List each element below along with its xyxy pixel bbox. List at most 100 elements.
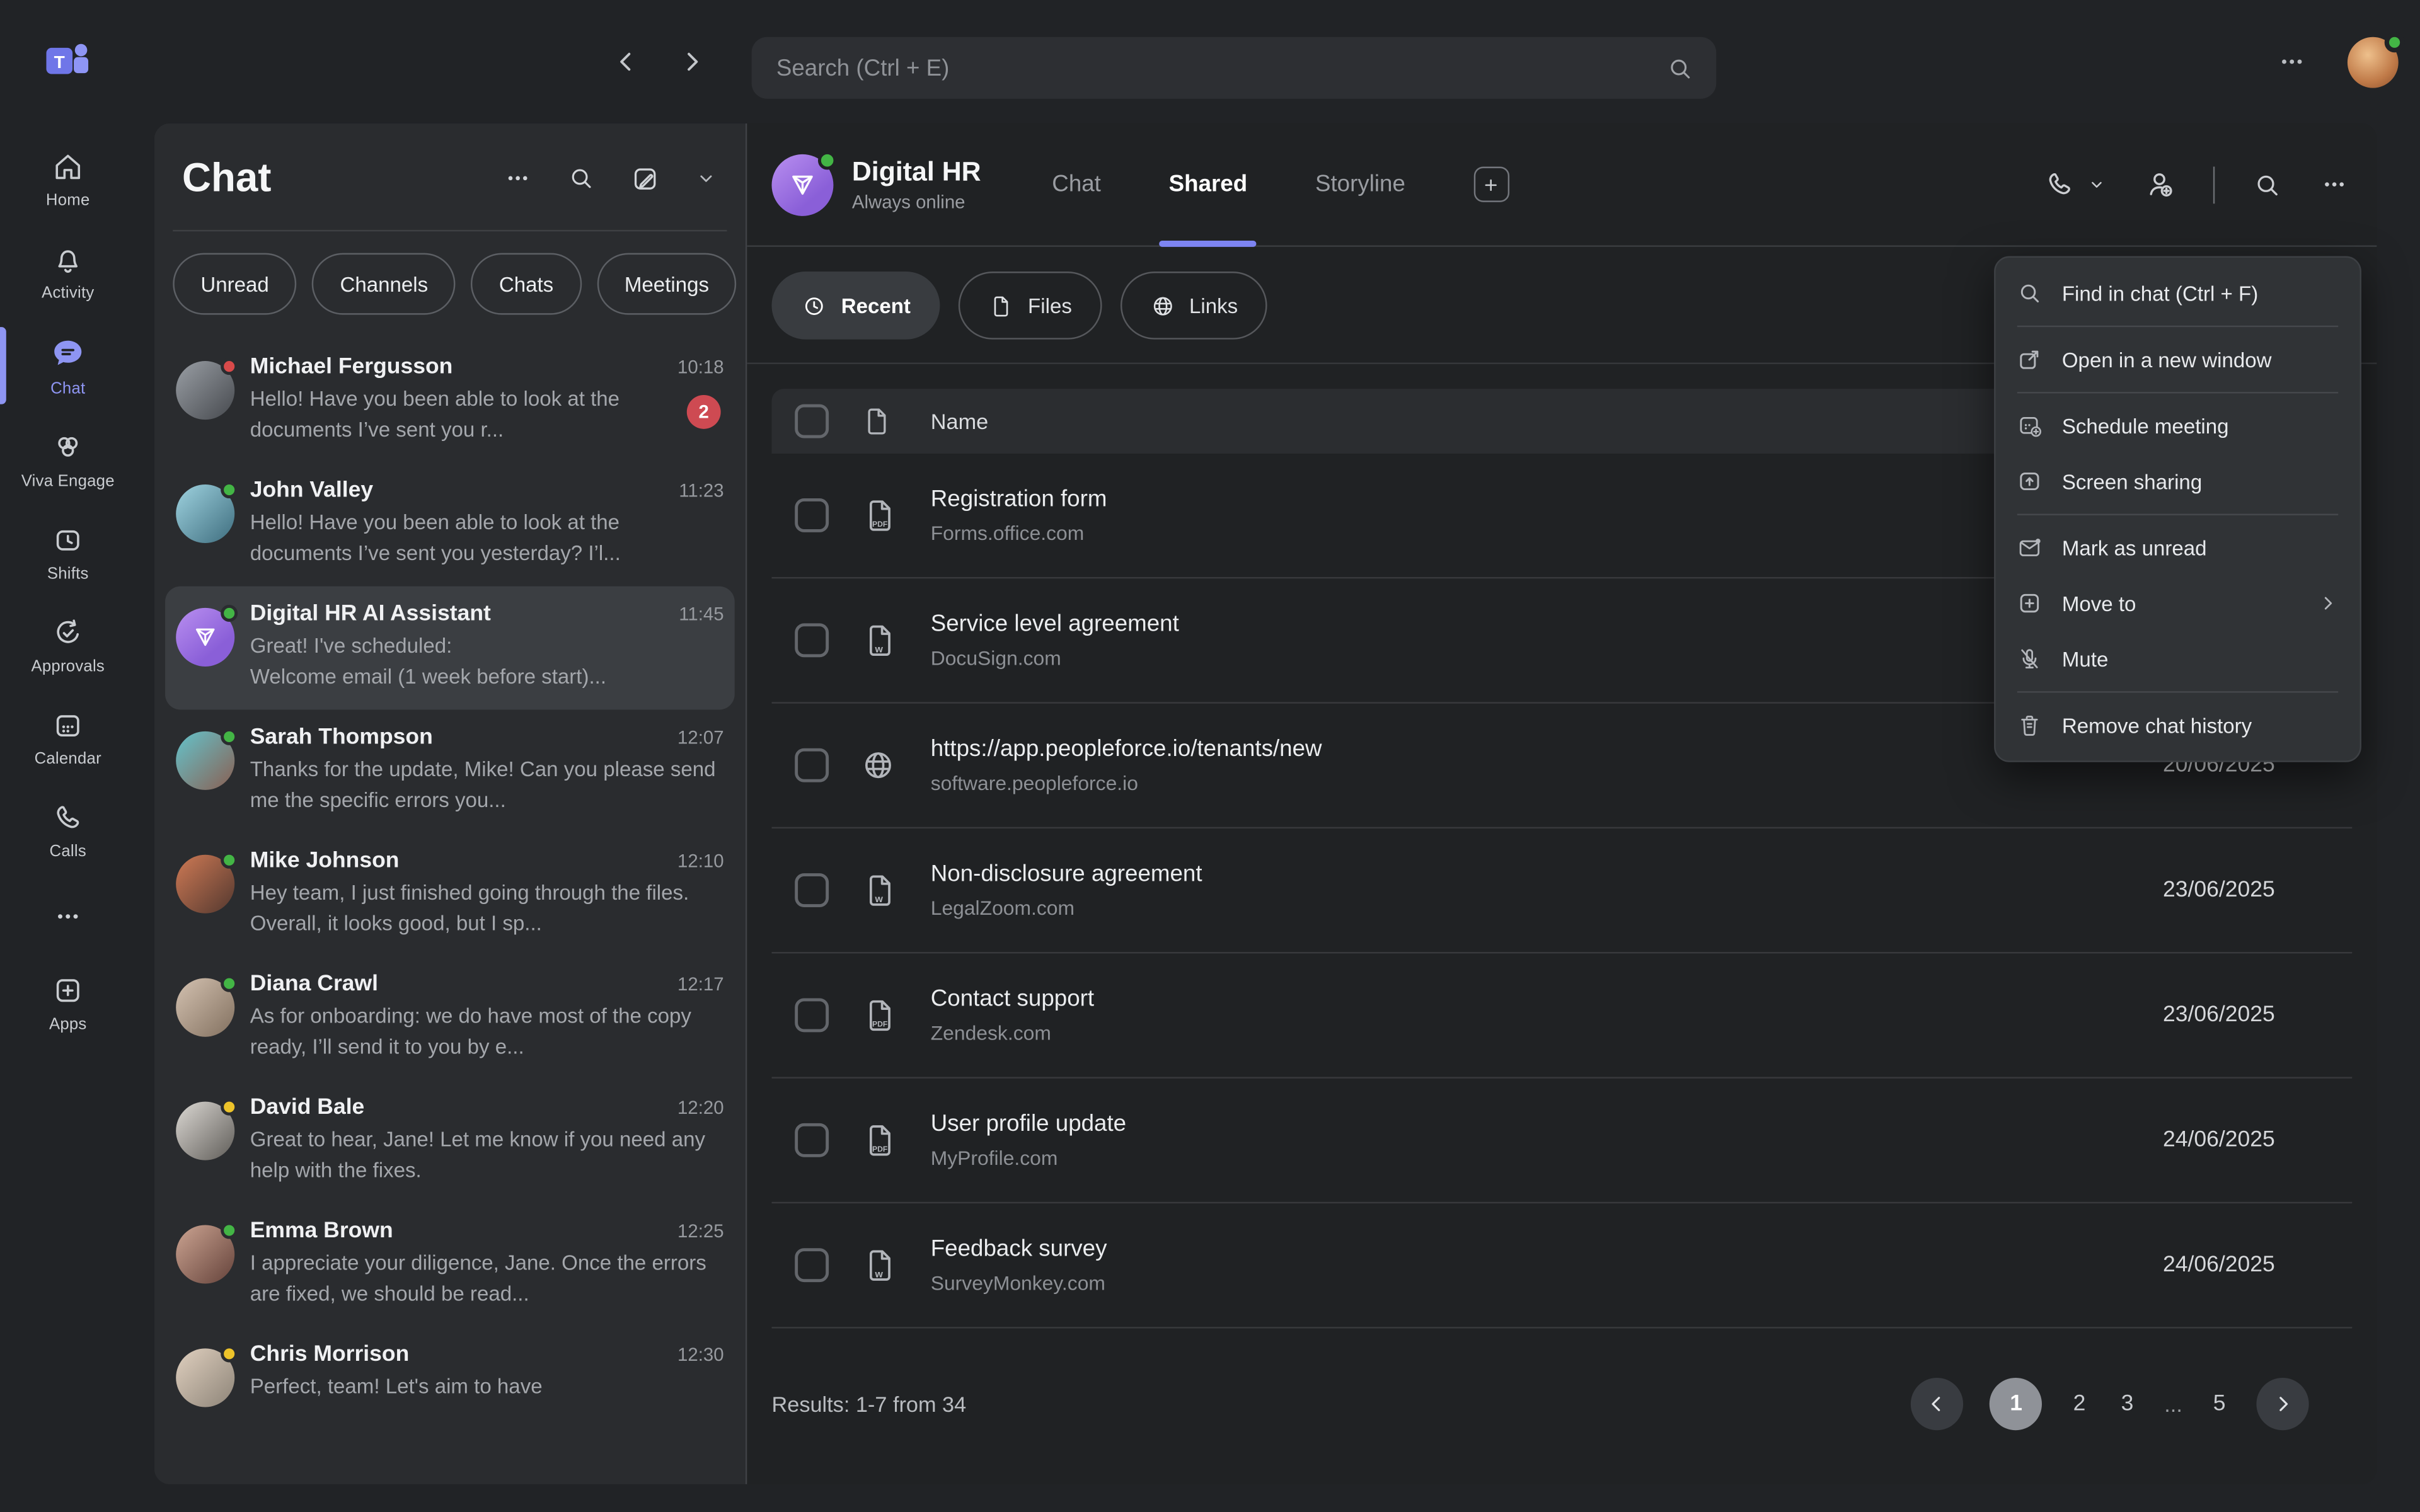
row-checkbox[interactable]: [795, 623, 829, 657]
conversation-item[interactable]: Emma Brown12:25 I appreciate your dilige…: [154, 1203, 746, 1327]
user-presence-indicator: [2385, 32, 2405, 52]
conversation-item[interactable]: David Bale12:20 Great to hear, Jane! Let…: [154, 1080, 746, 1203]
menu-divider: [2017, 392, 2338, 393]
conversation-name: Chris Morrison: [250, 1343, 666, 1367]
link-title: https://app.peopleforce.io/tenants/new: [931, 736, 2163, 762]
avatar: [176, 484, 234, 543]
tab-chat[interactable]: Chat: [1052, 123, 1101, 246]
page-3-button[interactable]: 3: [2116, 1391, 2138, 1416]
global-search[interactable]: [752, 37, 1717, 99]
chevron-down-icon[interactable]: [694, 166, 718, 190]
tab-shared[interactable]: Shared: [1169, 123, 1248, 246]
select-all-checkbox[interactable]: [795, 404, 829, 438]
menu-item-schedule-meeting[interactable]: Schedule meeting: [1996, 398, 2360, 454]
table-row[interactable]: User profile updateMyProfile.com 24/06/2…: [771, 1079, 2352, 1203]
menu-item-mute[interactable]: Mute: [1996, 631, 2360, 687]
chip-files[interactable]: Files: [959, 272, 1102, 340]
row-checkbox[interactable]: [795, 873, 829, 907]
add-tab-button[interactable]: [1473, 166, 1509, 202]
sidebar-item-approvals[interactable]: Approvals: [0, 598, 136, 691]
conversation-item[interactable]: Diana Crawl12:17 As for onboarding: we d…: [154, 956, 746, 1080]
avatar: [176, 731, 234, 790]
bell-icon: [51, 242, 85, 276]
conversation-item[interactable]: Sarah Thompson12:07 Thanks for the updat…: [154, 710, 746, 833]
find-in-chat-icon[interactable]: [2252, 169, 2283, 200]
conversation-preview: Hello! Have you been able to look at the…: [250, 384, 724, 445]
conversation-item[interactable]: Mike Johnson12:10 Hey team, I just finis…: [154, 833, 746, 956]
conversation-name: Mike Johnson: [250, 849, 666, 873]
sidebar-more-icon[interactable]: [52, 876, 83, 956]
unread-badge: 2: [687, 395, 721, 429]
menu-item-mark-as-unread[interactable]: Mark as unread: [1996, 520, 2360, 575]
add-people-icon[interactable]: [2144, 168, 2176, 200]
presence-online-indicator: [818, 151, 836, 169]
sidebar-item-viva-engage[interactable]: Viva Engage: [0, 413, 136, 506]
teams-app: PDF w T Home Activity: [0, 0, 2420, 1512]
calendar-add-icon: [2015, 412, 2043, 440]
search-icon: [1665, 53, 1695, 83]
sidebar-item-calls[interactable]: Calls: [0, 784, 136, 876]
conversation-time: 12:17: [677, 973, 724, 995]
page-5-button[interactable]: 5: [2208, 1391, 2230, 1416]
row-checkbox[interactable]: [795, 748, 829, 782]
sidebar-item-chat[interactable]: Chat: [0, 318, 136, 413]
menu-item-open-new-window[interactable]: Open in a new window: [1996, 332, 2360, 387]
chat-avatar[interactable]: [771, 154, 833, 215]
teams-logo-icon: [40, 34, 96, 89]
chat-filter-chips: Unread Channels Chats Meetings: [154, 231, 746, 330]
row-checkbox[interactable]: [795, 498, 829, 532]
call-button[interactable]: [2043, 168, 2106, 200]
sidebar-item-home[interactable]: Home: [0, 133, 136, 226]
next-page-button[interactable]: [2256, 1377, 2308, 1429]
chat-more-icon[interactable]: [503, 164, 533, 193]
menu-divider: [2017, 691, 2338, 692]
sidebar-item-apps[interactable]: Apps: [0, 956, 136, 1049]
menu-item-screen-sharing[interactable]: Screen sharing: [1996, 454, 2360, 509]
search-icon: [2015, 279, 2043, 307]
conversation-name: David Bale: [250, 1096, 666, 1120]
conversation-preview: Perfect, team! Let's aim to have: [250, 1372, 724, 1402]
tab-storyline[interactable]: Storyline: [1315, 123, 1405, 246]
link-source: software.peopleforce.io: [931, 771, 2163, 794]
chip-recent[interactable]: Recent: [771, 272, 940, 340]
menu-item-move-to[interactable]: Move to: [1996, 575, 2360, 631]
avatar: [176, 1102, 234, 1160]
filter-chip-chats[interactable]: Chats: [471, 253, 582, 315]
chip-links[interactable]: Links: [1120, 272, 1267, 340]
filter-chip-channels[interactable]: Channels: [312, 253, 456, 315]
presence-online-indicator: [221, 975, 238, 992]
conversation-preview: Thanks for the update, Mike! Can you ple…: [250, 755, 724, 815]
user-avatar[interactable]: [2348, 37, 2399, 88]
table-row[interactable]: Non-disclosure agreementLegalZoom.com 23…: [771, 828, 2352, 953]
conversation-item[interactable]: Michael Fergusson10:18 Hello! Have you b…: [154, 340, 746, 463]
table-row[interactable]: Feedback surveySurveyMonkey.com 24/06/20…: [771, 1203, 2352, 1328]
chat-search-icon[interactable]: [567, 164, 596, 193]
file-source: LegalZoom.com: [931, 896, 2163, 920]
sidebar-item-shifts[interactable]: Shifts: [0, 506, 136, 598]
call-options-chevron-icon[interactable]: [2087, 175, 2107, 195]
table-row[interactable]: Contact supportZendesk.com 23/06/2025: [771, 953, 2352, 1078]
menu-item-find-in-chat[interactable]: Find in chat (Ctrl + F): [1996, 265, 2360, 321]
page-1-button[interactable]: 1: [1990, 1377, 2043, 1429]
search-input[interactable]: [776, 55, 1666, 81]
sidebar-item-activity[interactable]: Activity: [0, 226, 136, 318]
filter-chip-meetings[interactable]: Meetings: [597, 253, 737, 315]
file-title: Contact support: [931, 986, 2163, 1012]
menu-item-remove-chat-history[interactable]: Remove chat history: [1996, 697, 2360, 753]
conversation-item-selected[interactable]: Digital HR AI Assistant11:45 Great! I've…: [165, 587, 735, 710]
row-checkbox[interactable]: [795, 1123, 829, 1157]
row-checkbox[interactable]: [795, 998, 829, 1032]
topbar-more-icon[interactable]: [2276, 46, 2307, 77]
sidebar-item-calendar[interactable]: Calendar: [0, 691, 136, 784]
chat-options-icon[interactable]: [2320, 169, 2349, 199]
conversation-item[interactable]: Chris Morrison12:30 Perfect, team! Let's…: [154, 1327, 746, 1450]
prev-page-button[interactable]: [1911, 1377, 1964, 1429]
nav-forward-icon[interactable]: [676, 46, 707, 77]
nav-back-icon[interactable]: [611, 46, 642, 77]
conversation-item[interactable]: John Valley11:23 Hello! Have you been ab…: [154, 463, 746, 587]
row-checkbox[interactable]: [795, 1248, 829, 1282]
conversation-preview: Hey team, I just finished going through …: [250, 878, 724, 938]
new-chat-icon[interactable]: [630, 163, 660, 193]
filter-chip-unread[interactable]: Unread: [173, 253, 297, 315]
page-2-button[interactable]: 2: [2068, 1391, 2090, 1416]
